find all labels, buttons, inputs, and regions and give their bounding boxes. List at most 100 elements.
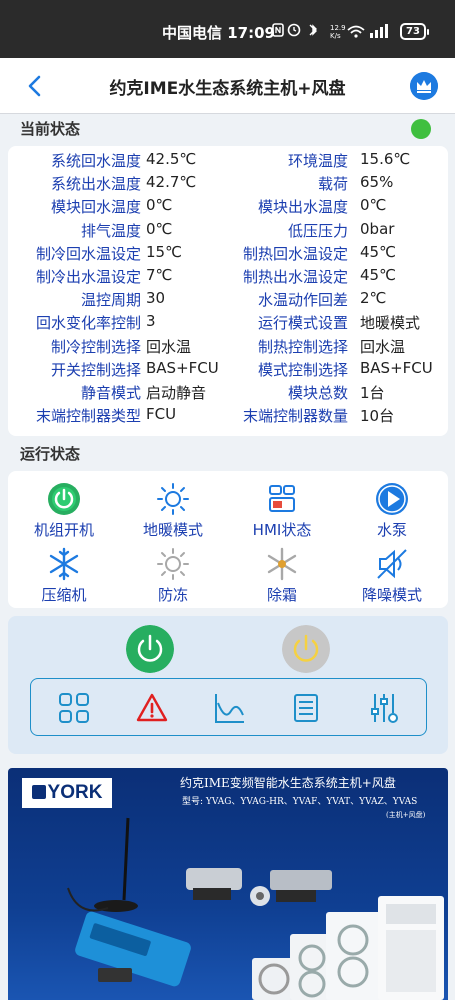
- param-value: 2℃: [360, 289, 387, 308]
- param-label: 制热出水温设定: [242, 268, 348, 286]
- op-noise-reduction[interactable]: 降噪模式: [342, 546, 442, 605]
- banner-title: 约克IME变频智能水生态系统主机+风盘: [180, 776, 396, 790]
- york-snowflake-icon: [31, 785, 46, 799]
- speed-value: 12.9: [330, 24, 346, 32]
- param-value: BAS+FCU: [360, 358, 433, 377]
- param-value: 0bar: [360, 219, 395, 238]
- run-status-heading: 运行状态: [20, 445, 81, 463]
- battery-indicator: 73: [400, 23, 429, 40]
- alarm-icon[interactable]: [135, 691, 169, 725]
- param-label: 制冷出水温设定: [35, 268, 141, 286]
- control-panel: [8, 616, 448, 754]
- wifi-signal-icons: [347, 24, 388, 38]
- param-row: 开关控制选择 BAS+FCU 模式控制选择 BAS+FCU: [8, 359, 448, 382]
- settings-sliders-icon[interactable]: [367, 691, 401, 725]
- param-label: 温控周期: [80, 291, 141, 310]
- op-unit-power[interactable]: 机组开机: [14, 481, 114, 540]
- op-label: 压缩机: [41, 586, 87, 604]
- mute-icon: [377, 549, 407, 579]
- param-value: 0℃: [146, 196, 173, 215]
- param-row: 排气温度 0℃ 低压压力 0bar: [8, 220, 448, 243]
- param-value: BAS+FCU: [146, 358, 219, 377]
- param-label: 系统回水温度: [50, 152, 141, 170]
- param-value: 30: [146, 289, 166, 308]
- param-row: 制冷回水温设定 15℃ 制热回水温设定 45℃: [8, 243, 448, 266]
- op-label: 除霜: [266, 586, 297, 604]
- param-value: 15.6℃: [360, 150, 411, 168]
- param-label: 环境温度: [287, 152, 348, 170]
- param-value: 1台: [360, 384, 385, 402]
- power-on-button[interactable]: [126, 625, 174, 673]
- param-label: 制热控制选择: [257, 337, 348, 356]
- param-value: 3: [146, 312, 156, 331]
- param-value: 地暖模式: [360, 314, 421, 333]
- york-logo: YORK: [22, 778, 112, 808]
- param-row: 制冷控制选择 回水温 制热控制选择 回水温: [8, 336, 448, 359]
- param-label: 静音模式: [80, 384, 141, 402]
- op-defrost[interactable]: 除霜: [232, 546, 332, 605]
- op-label: HMI状态: [252, 521, 312, 539]
- param-value: 0℃: [360, 196, 387, 215]
- param-value: 0℃: [146, 219, 173, 238]
- param-label: 水温动作回差: [257, 291, 348, 310]
- system-status-bar: 中国电信 17:09 12.9 K/s 73: [0, 0, 455, 58]
- op-label: 防冻: [157, 586, 188, 604]
- op-hmi-status[interactable]: HMI状态: [232, 481, 332, 540]
- param-label: 制热回水温设定: [242, 244, 348, 263]
- curve-icon[interactable]: [213, 691, 247, 725]
- app-title-bar: 约克IME水生态系统主机+风盘: [0, 58, 455, 114]
- snowflake-icon: [49, 547, 79, 581]
- param-value: 10台: [360, 407, 395, 426]
- back-arrow-icon[interactable]: [22, 72, 50, 100]
- param-label: 模块出水温度: [257, 198, 348, 217]
- param-value: 42.5℃: [146, 150, 197, 168]
- param-label: 模块回水温度: [50, 198, 141, 217]
- param-value: 15℃: [146, 242, 182, 261]
- network-speed: 12.9 K/s: [330, 24, 346, 40]
- param-label: 模式控制选择: [257, 360, 348, 379]
- op-label: 机组开机: [33, 521, 94, 539]
- power-on-icon: [48, 483, 80, 515]
- product-banner: YORK 约克IME变频智能水生态系统主机+风盘 型号: YVAG、YVAG-H…: [8, 768, 448, 1000]
- op-water-pump[interactable]: 水泵: [342, 481, 442, 540]
- sun-grey-icon: [157, 548, 189, 580]
- param-value: 7℃: [146, 266, 173, 284]
- page-title: 约克IME水生态系统主机+风盘: [109, 79, 346, 99]
- param-label: 低压压力: [287, 221, 348, 240]
- param-value: 42.7℃: [146, 173, 197, 192]
- param-value: 回水温: [146, 337, 192, 356]
- param-value: 回水温: [360, 337, 406, 356]
- snowflake-grey-icon: [267, 547, 297, 581]
- param-row: 系统回水温度 42.5℃ 环境温度 15.6℃: [8, 150, 448, 173]
- param-label: 制冷回水温设定: [35, 244, 141, 263]
- op-label: 水泵: [376, 521, 407, 539]
- power-off-button[interactable]: [282, 625, 330, 673]
- param-row: 回水变化率控制 3 运行模式设置 地暖模式: [8, 312, 448, 335]
- grid-icon[interactable]: [57, 691, 91, 725]
- op-compressor[interactable]: 压缩机: [14, 546, 114, 605]
- list-icon[interactable]: [289, 691, 323, 725]
- nfc-alarm-bluetooth-icons: [272, 23, 317, 37]
- param-value: FCU: [146, 405, 177, 424]
- carrier-time-text: 中国电信 17:09: [162, 24, 275, 42]
- param-row: 制冷出水温设定 7℃ 制热出水温设定 45℃: [8, 266, 448, 289]
- param-row: 静音模式 启动静音 模块总数 1台: [8, 382, 448, 405]
- crown-icon[interactable]: [410, 72, 438, 100]
- param-label: 载荷: [317, 175, 348, 194]
- param-label: 回水变化率控制: [35, 314, 141, 333]
- param-label: 模块总数: [287, 384, 348, 402]
- op-label: 地暖模式: [142, 521, 203, 539]
- param-label: 系统出水温度: [50, 175, 141, 194]
- current-status-heading: 当前状态: [20, 120, 81, 138]
- param-row: 系统出水温度 42.7℃ 载荷 65%: [8, 173, 448, 196]
- op-floor-heating[interactable]: 地暖模式: [123, 481, 223, 540]
- param-label: 开关控制选择: [50, 360, 141, 379]
- logo-text: YORK: [47, 782, 103, 803]
- online-status-indicator: [411, 119, 431, 139]
- param-value: 65%: [360, 173, 394, 192]
- op-antifreeze[interactable]: 防冻: [123, 546, 223, 605]
- param-label: 排气温度: [80, 221, 141, 240]
- sun-icon: [157, 483, 189, 515]
- param-label: 末端控制器数量: [242, 407, 348, 426]
- param-row: 模块回水温度 0℃ 模块出水温度 0℃: [8, 196, 448, 219]
